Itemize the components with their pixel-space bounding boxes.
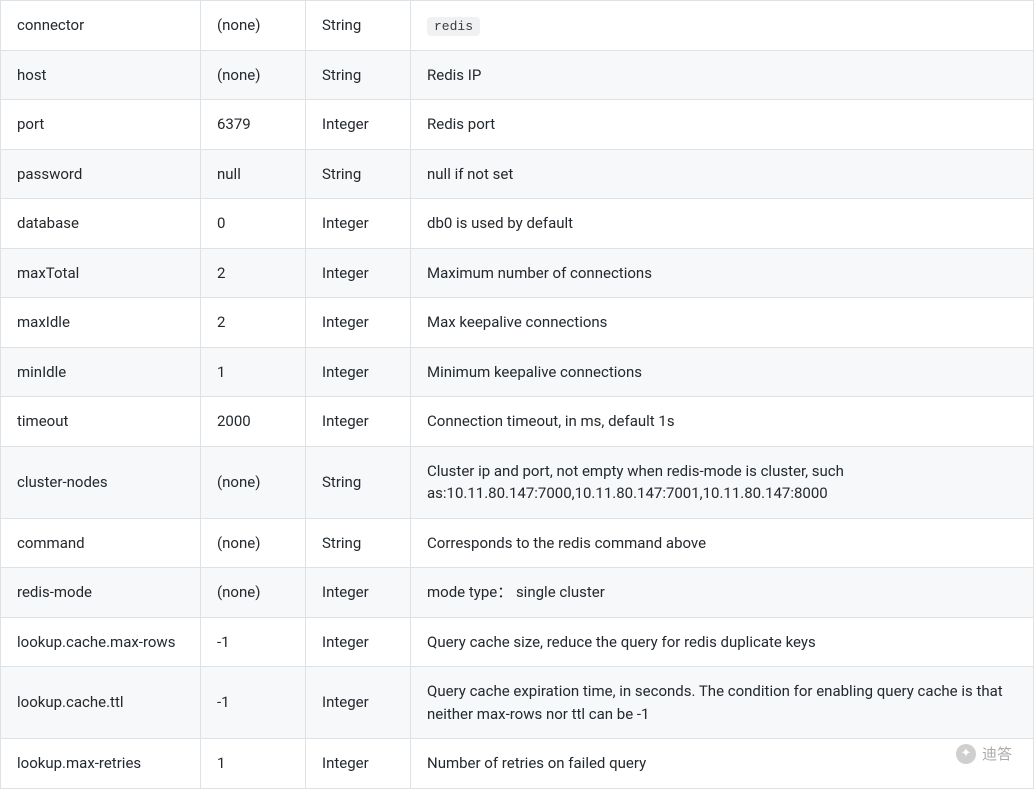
watermark: ✦ 迪答 <box>956 743 1012 764</box>
table-row: cluster-nodes(none)StringCluster ip and … <box>1 446 1034 518</box>
cell-default: 2 <box>201 298 306 348</box>
cell-default: (none) <box>201 568 306 618</box>
cell-type: Integer <box>306 739 411 789</box>
code-literal: redis <box>427 17 480 36</box>
cell-default: (none) <box>201 446 306 518</box>
cell-type: Integer <box>306 199 411 249</box>
cell-description: Cluster ip and port, not empty when redi… <box>411 446 1034 518</box>
cell-type: Integer <box>306 347 411 397</box>
cell-name: lookup.cache.ttl <box>1 667 201 739</box>
cell-description: Query cache size, reduce the query for r… <box>411 617 1034 667</box>
wechat-icon: ✦ <box>956 744 976 764</box>
table-row: maxIdle2IntegerMax keepalive connections <box>1 298 1034 348</box>
cell-default: (none) <box>201 1 306 51</box>
cell-type: Integer <box>306 248 411 298</box>
cell-type: Integer <box>306 667 411 739</box>
cell-type: String <box>306 50 411 100</box>
cell-name: password <box>1 149 201 199</box>
cell-description: Connection timeout, in ms, default 1s <box>411 397 1034 447</box>
cell-name: port <box>1 100 201 150</box>
table-row: port6379IntegerRedis port <box>1 100 1034 150</box>
table-row: maxTotal2IntegerMaximum number of connec… <box>1 248 1034 298</box>
cell-type: Integer <box>306 617 411 667</box>
cell-description: Redis port <box>411 100 1034 150</box>
cell-description: Corresponds to the redis command above <box>411 518 1034 568</box>
cell-name: command <box>1 518 201 568</box>
table-row: connector(none)String redis <box>1 1 1034 51</box>
table-row: minIdle1IntegerMinimum keepalive connect… <box>1 347 1034 397</box>
cell-default: (none) <box>201 518 306 568</box>
cell-name: maxTotal <box>1 248 201 298</box>
cell-type: String <box>306 1 411 51</box>
table-row: command(none)StringCorresponds to the re… <box>1 518 1034 568</box>
cell-description: db0 is used by default <box>411 199 1034 249</box>
table-row: lookup.cache.max-rows-1IntegerQuery cach… <box>1 617 1034 667</box>
table-row: host(none)StringRedis IP <box>1 50 1034 100</box>
cell-description: Redis IP <box>411 50 1034 100</box>
cell-type: Integer <box>306 397 411 447</box>
config-table: connector(none)Stringredishost(none)Stri… <box>0 0 1034 789</box>
cell-default: 6379 <box>201 100 306 150</box>
cell-description: Number of retries on failed query <box>411 739 1034 789</box>
cell-name: timeout <box>1 397 201 447</box>
cell-description: mode type： single cluster <box>411 568 1034 618</box>
cell-default: 2000 <box>201 397 306 447</box>
cell-name: host <box>1 50 201 100</box>
cell-description: Maximum number of connections <box>411 248 1034 298</box>
cell-name: minIdle <box>1 347 201 397</box>
cell-default: -1 <box>201 617 306 667</box>
cell-type: Integer <box>306 100 411 150</box>
cell-default: -1 <box>201 667 306 739</box>
cell-type: Integer <box>306 568 411 618</box>
table-row: database0Integerdb0 is used by default <box>1 199 1034 249</box>
cell-name: lookup.cache.max-rows <box>1 617 201 667</box>
cell-name: redis-mode <box>1 568 201 618</box>
cell-default: (none) <box>201 50 306 100</box>
cell-description: null if not set <box>411 149 1034 199</box>
cell-name: connector <box>1 1 201 51</box>
cell-description: Minimum keepalive connections <box>411 347 1034 397</box>
cell-default: 1 <box>201 347 306 397</box>
table-row: redis-mode(none)Integermode type： single… <box>1 568 1034 618</box>
cell-default: 2 <box>201 248 306 298</box>
cell-default: 0 <box>201 199 306 249</box>
cell-description: redis <box>411 1 1034 51</box>
cell-default: null <box>201 149 306 199</box>
cell-description: Query cache expiration time, in seconds.… <box>411 667 1034 739</box>
cell-type: String <box>306 446 411 518</box>
table-row: lookup.max-retries1IntegerNumber of retr… <box>1 739 1034 789</box>
cell-type: Integer <box>306 298 411 348</box>
cell-default: 1 <box>201 739 306 789</box>
cell-type: String <box>306 518 411 568</box>
cell-description: Max keepalive connections <box>411 298 1034 348</box>
cell-name: maxIdle <box>1 298 201 348</box>
cell-name: database <box>1 199 201 249</box>
table-row: timeout2000IntegerConnection timeout, in… <box>1 397 1034 447</box>
table-row: passwordnullStringnull if not set <box>1 149 1034 199</box>
cell-name: cluster-nodes <box>1 446 201 518</box>
cell-type: String <box>306 149 411 199</box>
table-row: lookup.cache.ttl-1IntegerQuery cache exp… <box>1 667 1034 739</box>
watermark-text: 迪答 <box>982 743 1012 764</box>
cell-name: lookup.max-retries <box>1 739 201 789</box>
